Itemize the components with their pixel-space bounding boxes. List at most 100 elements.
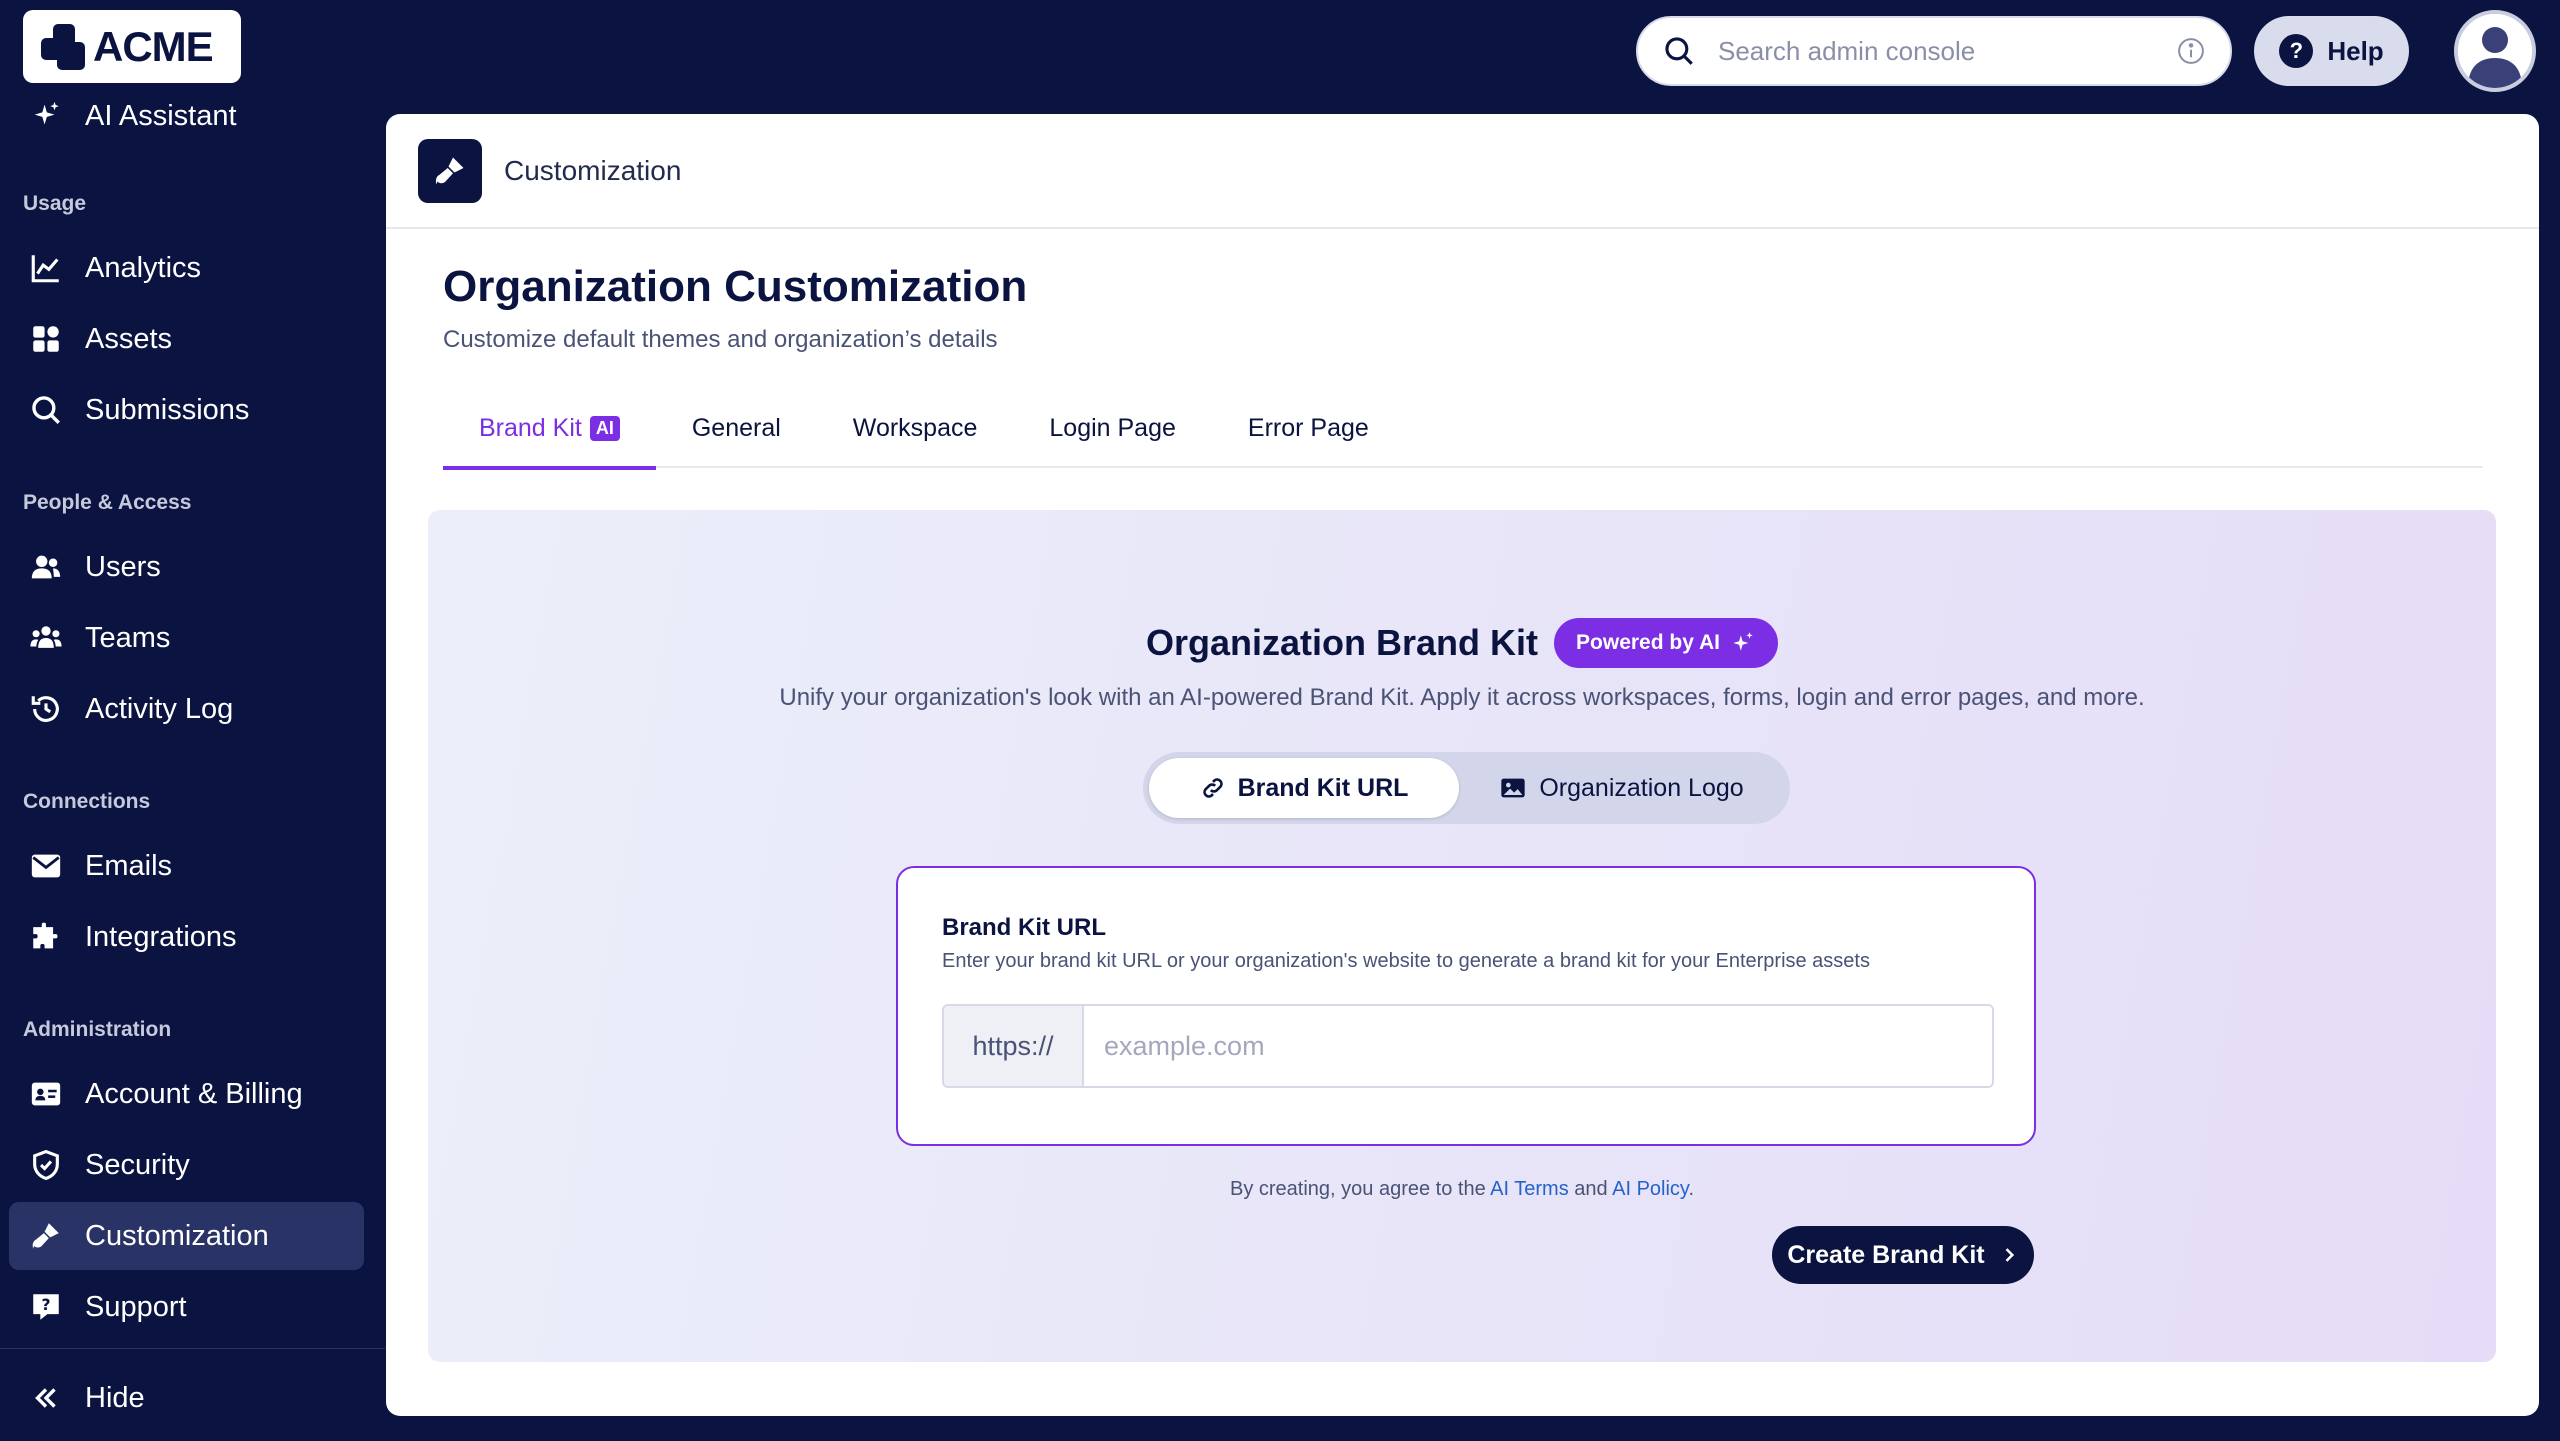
assets-grid-icon: [33, 326, 59, 352]
sidebar-item-label: Customization: [85, 1219, 269, 1252]
sidebar-item-security[interactable]: Security: [9, 1131, 364, 1199]
create-brand-kit-button[interactable]: Create Brand Kit: [1772, 1226, 2034, 1284]
terms-prefix: By creating, you agree to the: [1230, 1178, 1486, 1200]
sidebar-item-label: Support: [85, 1290, 187, 1323]
ai-terms-link[interactable]: AI Terms: [1490, 1178, 1569, 1200]
tab-brand-kit[interactable]: Brand Kit AI: [443, 388, 656, 470]
sidebar-item-integrations[interactable]: Integrations: [9, 903, 364, 971]
brand-kit-title-row: Organization Brand Kit Powered by AI: [428, 618, 2496, 668]
tab-bar: Brand Kit AI General Workspace Login Pag…: [443, 388, 2483, 470]
sidebar-item-label: AI Assistant: [85, 99, 237, 132]
search-box[interactable]: [1636, 16, 2232, 86]
brand-kit-url-form: Brand Kit URL Enter your brand kit URL o…: [896, 866, 2036, 1146]
brand-kit-description: Unify your organization's look with an A…: [779, 684, 2145, 711]
tab-general[interactable]: General: [656, 388, 817, 468]
sidebar-divider: [0, 1348, 385, 1349]
sidebar-item-submissions[interactable]: Submissions: [9, 376, 364, 444]
user-avatar[interactable]: [2454, 10, 2536, 92]
tab-error-page[interactable]: Error Page: [1212, 388, 1405, 468]
search-icon: [1665, 37, 1693, 65]
svg-text:?: ?: [41, 1296, 50, 1314]
sidebar-item-label: Integrations: [85, 920, 237, 953]
sparkle-icon: [34, 101, 59, 125]
sidebar-item-ai-assistant[interactable]: AI Assistant: [9, 82, 364, 150]
question-icon: ?: [2279, 34, 2314, 68]
main-header: Customization: [386, 114, 2539, 229]
user-icon: [31, 555, 61, 579]
sidebar-item-emails[interactable]: Emails: [9, 832, 364, 900]
terms-and: and: [1574, 1178, 1608, 1200]
sidebar-hide-button[interactable]: Hide: [9, 1364, 364, 1432]
sidebar-item-label: Security: [85, 1148, 190, 1181]
terms-suffix: .: [1688, 1178, 1694, 1200]
tab-login-page[interactable]: Login Page: [1013, 388, 1212, 468]
sidebar-item-label: Submissions: [85, 393, 250, 426]
image-icon: [1501, 778, 1526, 798]
help-button[interactable]: ? Help: [2254, 16, 2409, 86]
section-label-administration: Administration: [23, 1018, 172, 1041]
sidebar-item-analytics[interactable]: Analytics: [9, 234, 364, 302]
brush-icon: [418, 138, 482, 203]
sidebar-item-label: Assets: [85, 322, 173, 355]
support-chat-icon: ?: [33, 1294, 59, 1320]
sidebar-item-support[interactable]: ? Support: [9, 1273, 364, 1341]
puzzle-icon: [33, 922, 58, 949]
sidebar-item-teams[interactable]: Teams: [9, 604, 364, 672]
shield-icon: [33, 1149, 59, 1181]
search-input[interactable]: [1718, 35, 2176, 67]
url-field-help: Enter your brand kit URL or your organiz…: [942, 950, 1870, 972]
tab-label: Login Page: [1049, 413, 1176, 442]
powered-by-ai-badge: Powered by AI: [1554, 618, 1778, 668]
brand-kit-card: Organization Brand Kit Powered by AI Uni…: [428, 510, 2496, 1362]
id-card-icon: [31, 1082, 61, 1106]
sidebar-item-label: Analytics: [85, 251, 202, 284]
tab-workspace[interactable]: Workspace: [817, 388, 1014, 468]
acme-logo-icon: [41, 23, 87, 70]
toggle-organization-logo[interactable]: Organization Logo: [1459, 758, 1784, 818]
url-field-label: Brand Kit URL: [942, 914, 1106, 941]
link-icon: [1202, 778, 1223, 798]
ai-badge: AI: [589, 415, 620, 441]
sidebar-item-activity-log[interactable]: Activity Log: [9, 675, 364, 743]
terms-text: By creating, you agree to the AI Terms a…: [428, 1178, 2496, 1201]
sparkle-icon: [1733, 632, 1753, 651]
sidebar: AI Assistant Usage Analytics Assets Subm…: [0, 92, 385, 1441]
acme-logo[interactable]: ACME: [23, 10, 241, 83]
section-label-usage: Usage: [23, 192, 87, 215]
main-panel: Customization Organization Customization…: [386, 114, 2539, 1416]
section-label-connections: Connections: [23, 790, 151, 813]
line-chart-icon: [31, 255, 59, 283]
toggle-brand-kit-url[interactable]: Brand Kit URL: [1149, 758, 1459, 818]
sidebar-item-users[interactable]: Users: [9, 533, 364, 601]
tab-label: General: [691, 413, 781, 442]
toggle-label: Organization Logo: [1539, 773, 1744, 802]
page-title: Organization Customization: [443, 262, 1028, 311]
sidebar-item-label: Emails: [85, 849, 173, 882]
sidebar-item-label: Account & Billing: [85, 1077, 303, 1110]
page-subtitle: Customize default themes and organizatio…: [443, 326, 998, 353]
search-icon: [32, 396, 60, 424]
sidebar-item-customization[interactable]: Customization: [9, 1202, 364, 1270]
sidebar-item-label: Activity Log: [85, 692, 234, 725]
info-icon[interactable]: [2176, 36, 2206, 66]
history-icon: [31, 696, 59, 722]
sidebar-item-assets[interactable]: Assets: [9, 305, 364, 373]
brand-kit-title: Organization Brand Kit: [1146, 622, 1539, 663]
sidebar-item-account-billing[interactable]: Account & Billing: [9, 1060, 364, 1128]
header-title: Customization: [504, 154, 682, 186]
double-chevron-left-icon: [35, 1388, 56, 1408]
brush-icon: [32, 1223, 59, 1249]
envelope-icon: [31, 854, 61, 878]
logo-text: ACME: [93, 22, 214, 70]
tab-label: Error Page: [1247, 413, 1369, 442]
tab-label: Workspace: [852, 413, 978, 442]
ai-policy-link[interactable]: AI Policy: [1612, 1178, 1688, 1200]
tab-label: Brand Kit: [479, 413, 582, 442]
chevron-right-icon: [2005, 1248, 2014, 1262]
team-icon: [30, 626, 62, 648]
toggle-label: Brand Kit URL: [1237, 773, 1409, 802]
create-button-label: Create Brand Kit: [1787, 1240, 1985, 1269]
sidebar-item-label: Teams: [85, 621, 171, 654]
brand-kit-url-input[interactable]: [1084, 1006, 1992, 1086]
sidebar-item-label: Users: [85, 550, 161, 583]
